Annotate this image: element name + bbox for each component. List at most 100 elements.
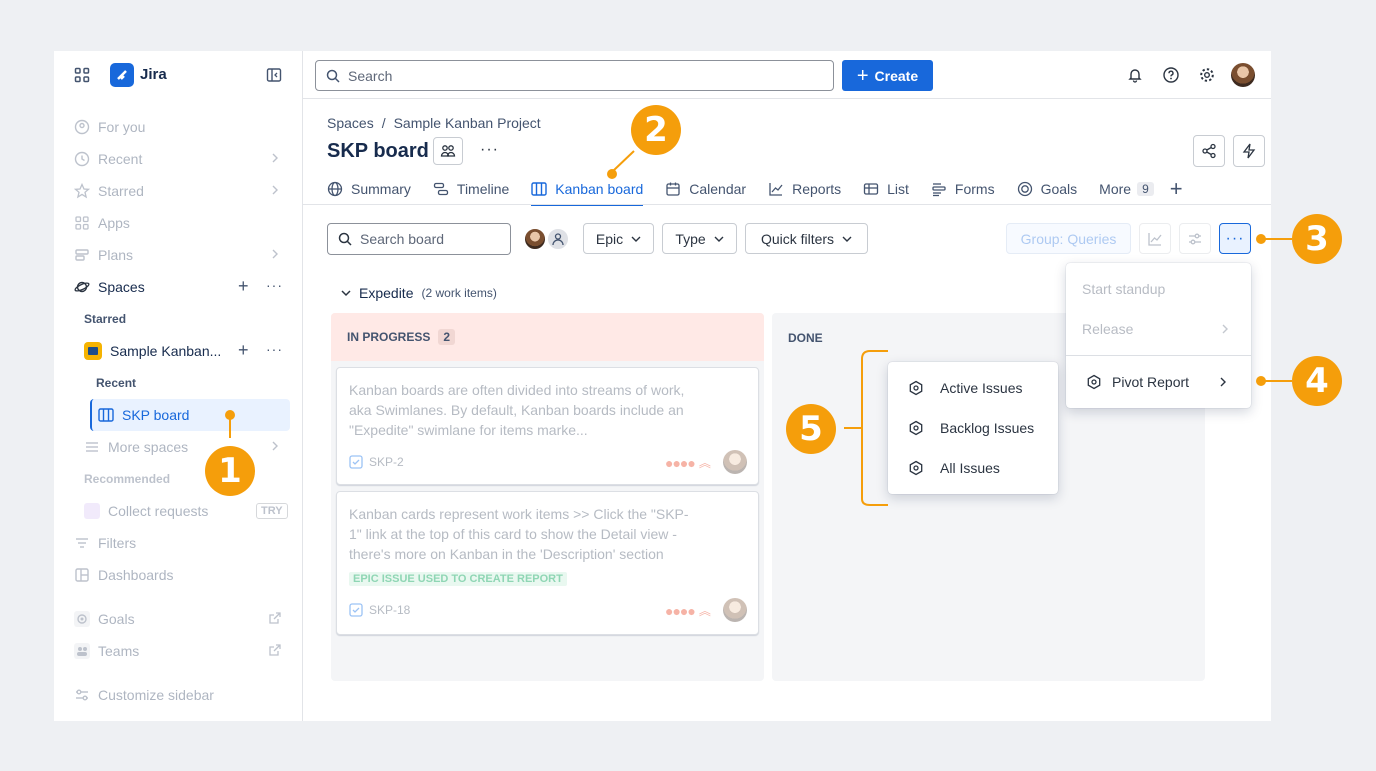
epic-label: Epic [595,230,624,247]
insights-button[interactable] [1139,223,1171,254]
sidebar-item-filters[interactable]: Filters [74,531,136,555]
tab-goals[interactable]: Goals [1017,176,1077,202]
chevron-right-icon[interactable] [270,183,280,202]
jira-logo-icon[interactable] [110,63,134,87]
app-switcher-icon[interactable] [74,67,90,83]
notifications-bell-icon[interactable] [1125,65,1145,85]
add-space-icon[interactable]: + [238,277,249,295]
callout-2-line [612,150,635,172]
sidebar-item-more-spaces[interactable]: More spaces [84,435,188,459]
group-by-button[interactable]: Group: Queries [1006,223,1131,254]
sidebar-project-sample-kanban[interactable]: Sample Kanban... [84,339,221,363]
main-area: Search + Create Spaces / Sample Kanban P… [303,51,1271,721]
sidebar-item-plans[interactable]: Plans [74,243,133,267]
tab-forms[interactable]: Forms [931,176,995,202]
tab-kanban-board[interactable]: Kanban board [531,176,644,206]
share-button[interactable] [1193,135,1225,167]
swimlane-toggle[interactable]: Expedite (2 work items) [341,285,497,301]
search-board-input[interactable]: Search board [327,223,511,255]
hexagon-icon [908,420,924,436]
breadcrumb-spaces[interactable]: Spaces [327,115,374,131]
column-count-badge: 2 [438,329,456,345]
chevron-right-icon[interactable] [270,439,280,458]
settings-gear-icon[interactable] [1197,65,1217,85]
sidebar-item-for-you[interactable]: For you [74,115,145,139]
breadcrumb-project[interactable]: Sample Kanban Project [394,115,541,131]
team-icon-button[interactable] [433,137,463,165]
callout-3-line [1262,238,1292,240]
share-icon [1202,143,1216,159]
menu-item-label: Release [1082,321,1134,337]
tab-more[interactable]: More 9 [1099,176,1154,202]
submenu-item-all-issues[interactable]: All Issues [888,448,1058,488]
card-assignee-avatar[interactable] [723,450,747,474]
sidebar-item-spaces[interactable]: Spaces [74,275,145,299]
sidebar-item-starred[interactable]: Starred [74,179,144,203]
automation-button[interactable] [1233,135,1265,167]
tab-summary[interactable]: Summary [327,176,411,202]
sidebar-item-label: Teams [98,643,140,659]
spaces-more-icon[interactable]: ··· [266,277,283,293]
sidebar-item-skp-board[interactable]: SKP board [90,399,290,431]
card-assignee-avatar[interactable] [723,598,747,622]
sidebar-item-recent[interactable]: Recent [74,147,282,171]
chevron-right-icon[interactable] [270,151,280,170]
epic-filter-button[interactable]: Epic [583,223,654,254]
add-project-item-icon[interactable]: + [238,341,249,359]
sidebar-item-goals[interactable]: Goals [74,607,135,631]
chevron-right-icon [1219,376,1227,388]
add-tab-icon[interactable]: + [1170,176,1183,202]
card-skp-18[interactable]: Kanban cards represent work items >> Cli… [336,491,759,635]
top-bar: Search + Create [303,51,1271,99]
project-more-icon[interactable]: ··· [266,341,283,357]
search-icon [326,69,340,83]
unassigned-avatar[interactable] [546,227,570,251]
column-title: IN PROGRESS [347,330,431,344]
sidebar-item-dashboards[interactable]: Dashboards [74,563,174,587]
group-label: Group: Queries [1020,230,1117,247]
sidebar-item-apps[interactable]: Apps [74,211,130,235]
sidebar-item-collect-requests[interactable]: Collect requests [84,499,208,523]
hexagon-icon [1086,374,1102,390]
menu-item-release[interactable]: Release [1066,309,1251,349]
external-link-icon[interactable] [268,611,282,630]
chevron-right-icon[interactable] [270,247,280,266]
tab-calendar[interactable]: Calendar [665,176,746,202]
card-key[interactable]: SKP-18 [349,603,410,617]
menu-item-start-standup[interactable]: Start standup [1066,269,1251,309]
help-icon[interactable] [1161,65,1181,85]
tab-timeline[interactable]: Timeline [433,176,509,202]
board-more-actions-button[interactable]: ··· [1219,223,1251,254]
plus-icon: + [856,64,869,87]
sidebar-item-label: Customize sidebar [98,687,214,703]
callout-4-line [1262,380,1292,382]
create-button[interactable]: + Create [842,60,933,91]
submenu-item-active-issues[interactable]: Active Issues [888,368,1058,408]
checkbox-icon [349,603,363,617]
submenu-item-backlog-issues[interactable]: Backlog Issues [888,408,1058,448]
card-key[interactable]: SKP-2 [349,455,404,469]
global-search-input[interactable]: Search [315,60,834,91]
priority-icon: ●●●● ︽ [665,602,711,619]
tab-reports[interactable]: Reports [768,176,841,202]
callout-3: 3 [1292,214,1342,264]
tab-label: Forms [954,181,995,197]
menu-item-pivot-report[interactable]: Pivot Report [1066,362,1251,402]
card-skp-2[interactable]: Kanban boards are often divided into str… [336,367,759,485]
breadcrumb-separator: / [381,115,386,131]
quick-filters-button[interactable]: Quick filters [745,223,868,254]
header-more-button[interactable]: ··· [480,141,499,159]
assignee-avatar[interactable] [523,227,547,251]
tab-list[interactable]: List [863,176,909,202]
sidebar-item-teams[interactable]: Teams [74,639,139,663]
user-avatar[interactable] [1231,63,1255,87]
create-label: Create [874,67,919,84]
type-filter-button[interactable]: Type [662,223,737,254]
tab-label: Kanban board [555,181,644,197]
collapse-sidebar-icon[interactable] [266,67,282,83]
external-link-icon[interactable] [268,643,282,662]
view-settings-button[interactable] [1179,223,1211,254]
timeline-icon [433,181,449,197]
swimlane-name: Expedite [359,285,414,301]
sidebar-item-customize[interactable]: Customize sidebar [74,683,214,707]
